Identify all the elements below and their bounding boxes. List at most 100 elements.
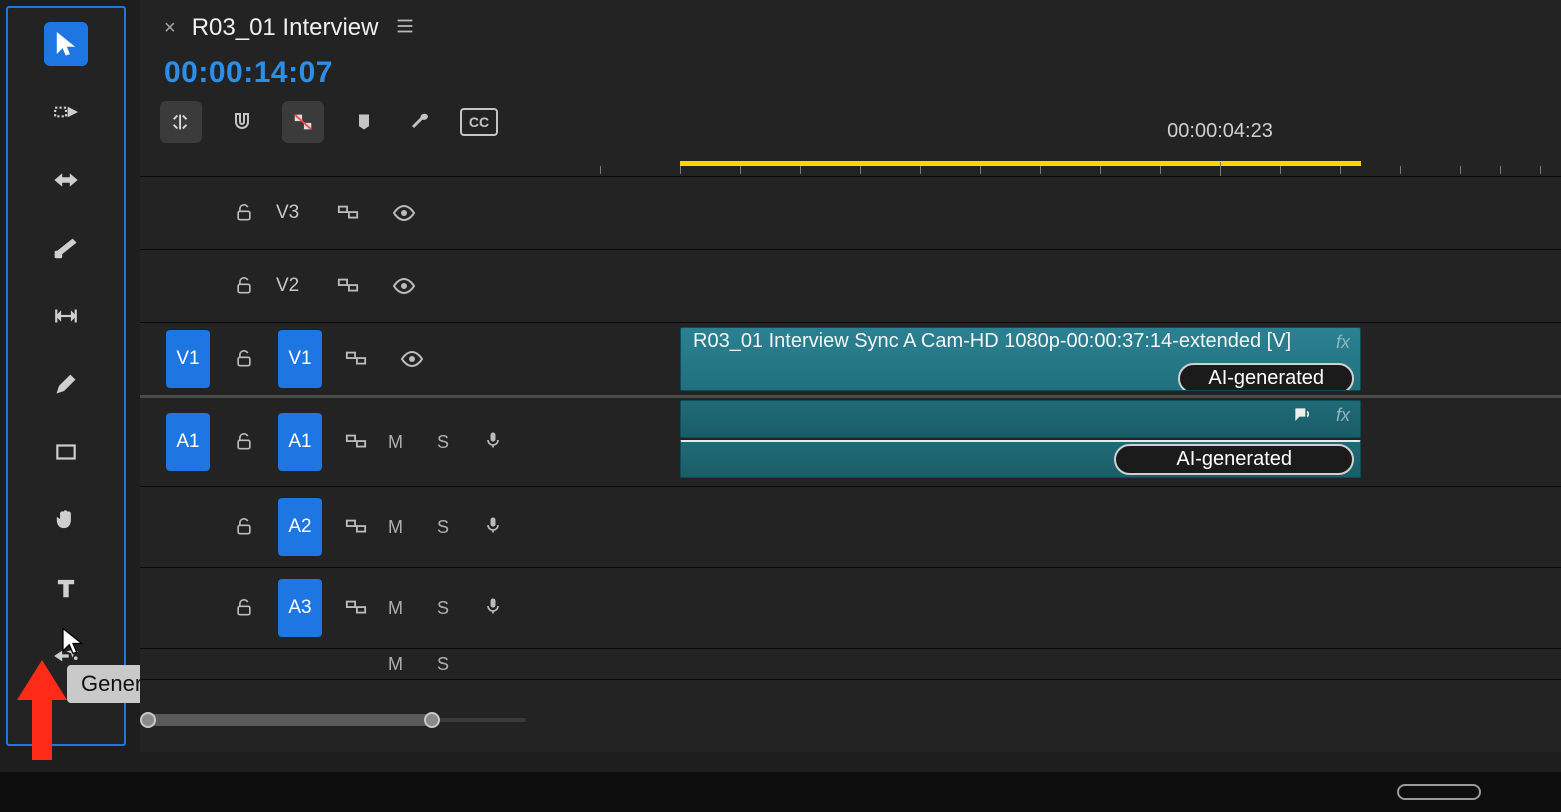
track-v3: V3	[140, 177, 1561, 250]
track-lock-a2[interactable]	[220, 517, 268, 537]
voiceover-a3[interactable]	[483, 594, 503, 623]
filmstrip-icon	[345, 518, 367, 536]
ruler-ticks	[540, 166, 1561, 176]
tool-palette	[6, 6, 126, 746]
fx-badge: fx	[1336, 405, 1350, 426]
lock-open-icon	[234, 432, 254, 452]
marker-button[interactable]	[348, 106, 380, 138]
playhead-timecode[interactable]: 00:00:14:07	[164, 56, 333, 89]
solo-a4[interactable]: S	[437, 654, 449, 675]
source-patch-a1[interactable]: A1	[166, 413, 210, 471]
type-tool[interactable]	[44, 566, 88, 610]
scrollbar-thumb[interactable]	[146, 714, 436, 726]
track-sync-v1[interactable]	[332, 350, 380, 368]
insert-overwrite-mode-button[interactable]	[160, 101, 202, 143]
track-sync-v2[interactable]	[324, 277, 372, 295]
filmstrip-icon	[345, 599, 367, 617]
mute-a2[interactable]: M	[388, 517, 403, 538]
cursor-icon	[53, 31, 79, 57]
track-sync-a1[interactable]	[332, 433, 380, 451]
audio-clip-a1-bottom[interactable]: AI-generated	[680, 440, 1361, 478]
mute-a1[interactable]: M	[388, 432, 403, 453]
rectangle-icon	[53, 439, 79, 465]
pen-tool[interactable]	[44, 362, 88, 406]
filmstrip-icon	[337, 204, 359, 222]
track-sync-a2[interactable]	[332, 518, 380, 536]
timeline-options-row: CC	[140, 98, 1561, 154]
razor-tool[interactable]	[44, 226, 88, 270]
wrench-icon	[408, 110, 432, 134]
track-lock-a1[interactable]	[220, 432, 268, 452]
slip-icon	[53, 303, 79, 329]
linked-selection-icon	[292, 111, 314, 133]
hand-icon	[53, 507, 79, 533]
app-root: Generative Extend Tool × R03_01 Intervie…	[0, 0, 1561, 812]
ripple-edit-tool[interactable]	[44, 158, 88, 202]
track-select-icon	[53, 99, 79, 125]
track-lock-a3[interactable]	[220, 598, 268, 618]
selection-tool[interactable]	[44, 22, 88, 66]
track-v1: V1 V1 R03_01 Interview Sync A Cam-HD 108…	[140, 323, 1561, 398]
scrollbar-handle-right[interactable]	[424, 712, 440, 728]
track-v2: V2	[140, 250, 1561, 323]
ripple-icon	[53, 167, 79, 193]
solo-a2[interactable]: S	[437, 517, 449, 538]
track-target-a3[interactable]: A3	[278, 579, 322, 637]
lock-open-icon	[234, 349, 254, 369]
track-visibility-v3[interactable]	[380, 201, 428, 225]
snap-button[interactable]	[226, 106, 258, 138]
settings-button[interactable]	[404, 106, 436, 138]
track-target-v1[interactable]: V1	[278, 330, 322, 388]
track-label-v2[interactable]: V2	[276, 275, 316, 297]
track-target-a1[interactable]: A1	[278, 413, 322, 471]
lock-open-icon	[234, 276, 254, 296]
track-select-tool[interactable]	[44, 90, 88, 134]
mute-a3[interactable]: M	[388, 598, 403, 619]
track-sync-a3[interactable]	[332, 599, 380, 617]
pen-icon	[53, 371, 79, 397]
captions-button[interactable]: CC	[460, 108, 498, 136]
track-target-a2[interactable]: A2	[278, 498, 322, 556]
razor-icon	[53, 235, 79, 261]
rectangle-tool[interactable]	[44, 430, 88, 474]
sequence-name[interactable]: R03_01 Interview	[192, 14, 379, 42]
solo-a1[interactable]: S	[437, 432, 449, 453]
sequence-menu-button[interactable]	[394, 15, 416, 42]
linked-selection-button[interactable]	[282, 101, 324, 143]
insert-mode-icon	[170, 111, 192, 133]
bottom-bar	[0, 772, 1561, 812]
timeline-panel: × R03_01 Interview 00:00:14:07	[140, 0, 1561, 752]
track-lock-v2[interactable]	[220, 276, 268, 296]
track-visibility-v1[interactable]	[388, 347, 436, 371]
voiceover-a1[interactable]	[483, 428, 503, 457]
scrollbar-handle-left[interactable]	[140, 712, 156, 728]
close-sequence-button[interactable]: ×	[164, 17, 176, 40]
voiceover-a2[interactable]	[483, 513, 503, 542]
ai-generated-badge: AI-generated	[1178, 363, 1354, 391]
clip-name: R03_01 Interview Sync A Cam-HD 1080p-00:…	[693, 330, 1291, 352]
audio-clip-a1-top[interactable]: fx	[680, 400, 1361, 438]
time-ruler[interactable]: 00:00:04:23	[140, 148, 1561, 177]
microphone-icon	[483, 428, 503, 452]
hand-tool[interactable]	[44, 498, 88, 542]
ruler-timecode-label: 00:00:04:23	[1167, 120, 1273, 143]
resize-handle[interactable]	[1397, 784, 1481, 800]
solo-a3[interactable]: S	[437, 598, 449, 619]
timeline-zoom-scrollbar[interactable]	[146, 712, 526, 728]
track-a1: A1 A1 M S fx AI-generated	[140, 398, 1561, 487]
sequence-tab-row: × R03_01 Interview	[140, 0, 1561, 56]
filmstrip-icon	[345, 433, 367, 451]
mute-a4[interactable]: M	[388, 654, 403, 675]
track-a4: M S	[140, 649, 1561, 680]
source-patch-v1[interactable]: V1	[166, 330, 210, 388]
track-label-v3[interactable]: V3	[276, 202, 316, 224]
video-clip-v1[interactable]: R03_01 Interview Sync A Cam-HD 1080p-00:…	[680, 327, 1361, 391]
type-icon	[53, 575, 79, 601]
track-lock-v1[interactable]	[220, 349, 268, 369]
timeline-body: 00:00:04:23	[140, 148, 1561, 752]
track-visibility-v2[interactable]	[380, 274, 428, 298]
ai-generated-badge: AI-generated	[1114, 444, 1354, 475]
track-lock-v3[interactable]	[220, 203, 268, 223]
track-sync-v3[interactable]	[324, 204, 372, 222]
slip-tool[interactable]	[44, 294, 88, 338]
